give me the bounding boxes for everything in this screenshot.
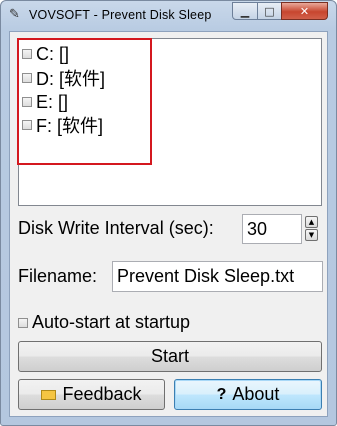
interval-down-arrow[interactable]: ▼ bbox=[305, 229, 318, 241]
window-title: VOVSOFT - Prevent Disk Sleep bbox=[29, 8, 212, 22]
help-icon: ? bbox=[216, 385, 227, 403]
interval-up-arrow[interactable]: ▲ bbox=[305, 216, 318, 228]
autostart-label: Auto-start at startup bbox=[32, 312, 191, 332]
app-window: ✎ VOVSOFT - Prevent Disk Sleep ▁ □ ✕ C: … bbox=[0, 0, 337, 426]
feedback-button-label: Feedback bbox=[62, 384, 142, 404]
client-area: C: [] D: [软件] E: [] F: [软件] Disk Write I… bbox=[9, 31, 328, 417]
interval-label: Disk Write Interval (sec): bbox=[18, 218, 214, 238]
drive-checkbox[interactable] bbox=[22, 73, 32, 83]
drive-label: E: [] bbox=[36, 91, 69, 112]
start-button[interactable]: Start bbox=[18, 341, 322, 372]
title-bar[interactable]: ✎ VOVSOFT - Prevent Disk Sleep ▁ □ ✕ bbox=[1, 1, 336, 31]
about-button-label: About bbox=[232, 384, 280, 404]
drive-label: D: [软件] bbox=[36, 69, 106, 89]
interval-input[interactable]: 30 bbox=[242, 214, 302, 244]
start-button-label: Start bbox=[150, 346, 189, 366]
drive-item-e[interactable]: E: [] bbox=[22, 91, 68, 113]
feedback-button[interactable]: Feedback bbox=[18, 379, 165, 410]
drive-item-d[interactable]: D: [软件] bbox=[22, 67, 105, 89]
drive-item-c[interactable]: C: [] bbox=[22, 43, 69, 65]
close-button[interactable]: ✕ bbox=[281, 2, 328, 20]
drive-label: C: [] bbox=[36, 43, 70, 64]
filename-input[interactable]: Prevent Disk Sleep.txt bbox=[112, 261, 323, 292]
drive-checkbox[interactable] bbox=[22, 49, 32, 59]
app-pencil-icon: ✎ bbox=[9, 7, 20, 22]
drive-checkbox[interactable] bbox=[22, 120, 32, 130]
drive-label: F: [软件] bbox=[36, 116, 103, 136]
autostart-checkbox[interactable] bbox=[18, 317, 28, 328]
filename-label: Filename: bbox=[18, 266, 98, 286]
drive-list[interactable]: C: [] D: [软件] E: [] F: [软件] bbox=[18, 38, 322, 206]
minimize-button[interactable]: ▁ bbox=[232, 2, 258, 20]
drive-item-f[interactable]: F: [软件] bbox=[22, 114, 103, 136]
drive-checkbox[interactable] bbox=[22, 97, 32, 107]
about-button[interactable]: ? About bbox=[174, 379, 322, 410]
maximize-button[interactable]: □ bbox=[257, 2, 282, 20]
autostart-row[interactable]: Auto-start at startup bbox=[18, 312, 190, 333]
envelope-icon bbox=[41, 389, 57, 400]
